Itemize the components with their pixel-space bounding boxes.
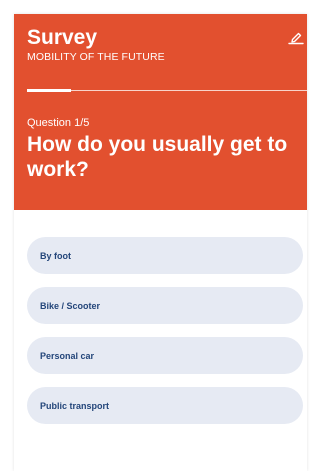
answer-option-by-foot[interactable]: By foot [27,237,303,274]
survey-subtitle: MOBILITY OF THE FUTURE [27,51,165,63]
answer-list: By foot Bike / Scooter Personal car Publ… [27,237,307,437]
answer-option-public-transport[interactable]: Public transport [27,387,303,424]
survey-title: Survey [27,26,98,49]
edit-pencil-icon[interactable] [287,28,305,46]
question-number: Question 1/5 [27,117,90,129]
question-text: How do you usually get to work? [27,133,288,181]
header-divider-accent [27,89,71,92]
survey-header: Survey MOBILITY OF THE FUTURE Question 1… [14,14,307,210]
answer-option-bike-scooter[interactable]: Bike / Scooter [27,287,303,324]
survey-page: Survey MOBILITY OF THE FUTURE Question 1… [0,0,307,471]
answer-option-personal-car[interactable]: Personal car [27,337,303,374]
survey-card: Survey MOBILITY OF THE FUTURE Question 1… [14,14,307,471]
